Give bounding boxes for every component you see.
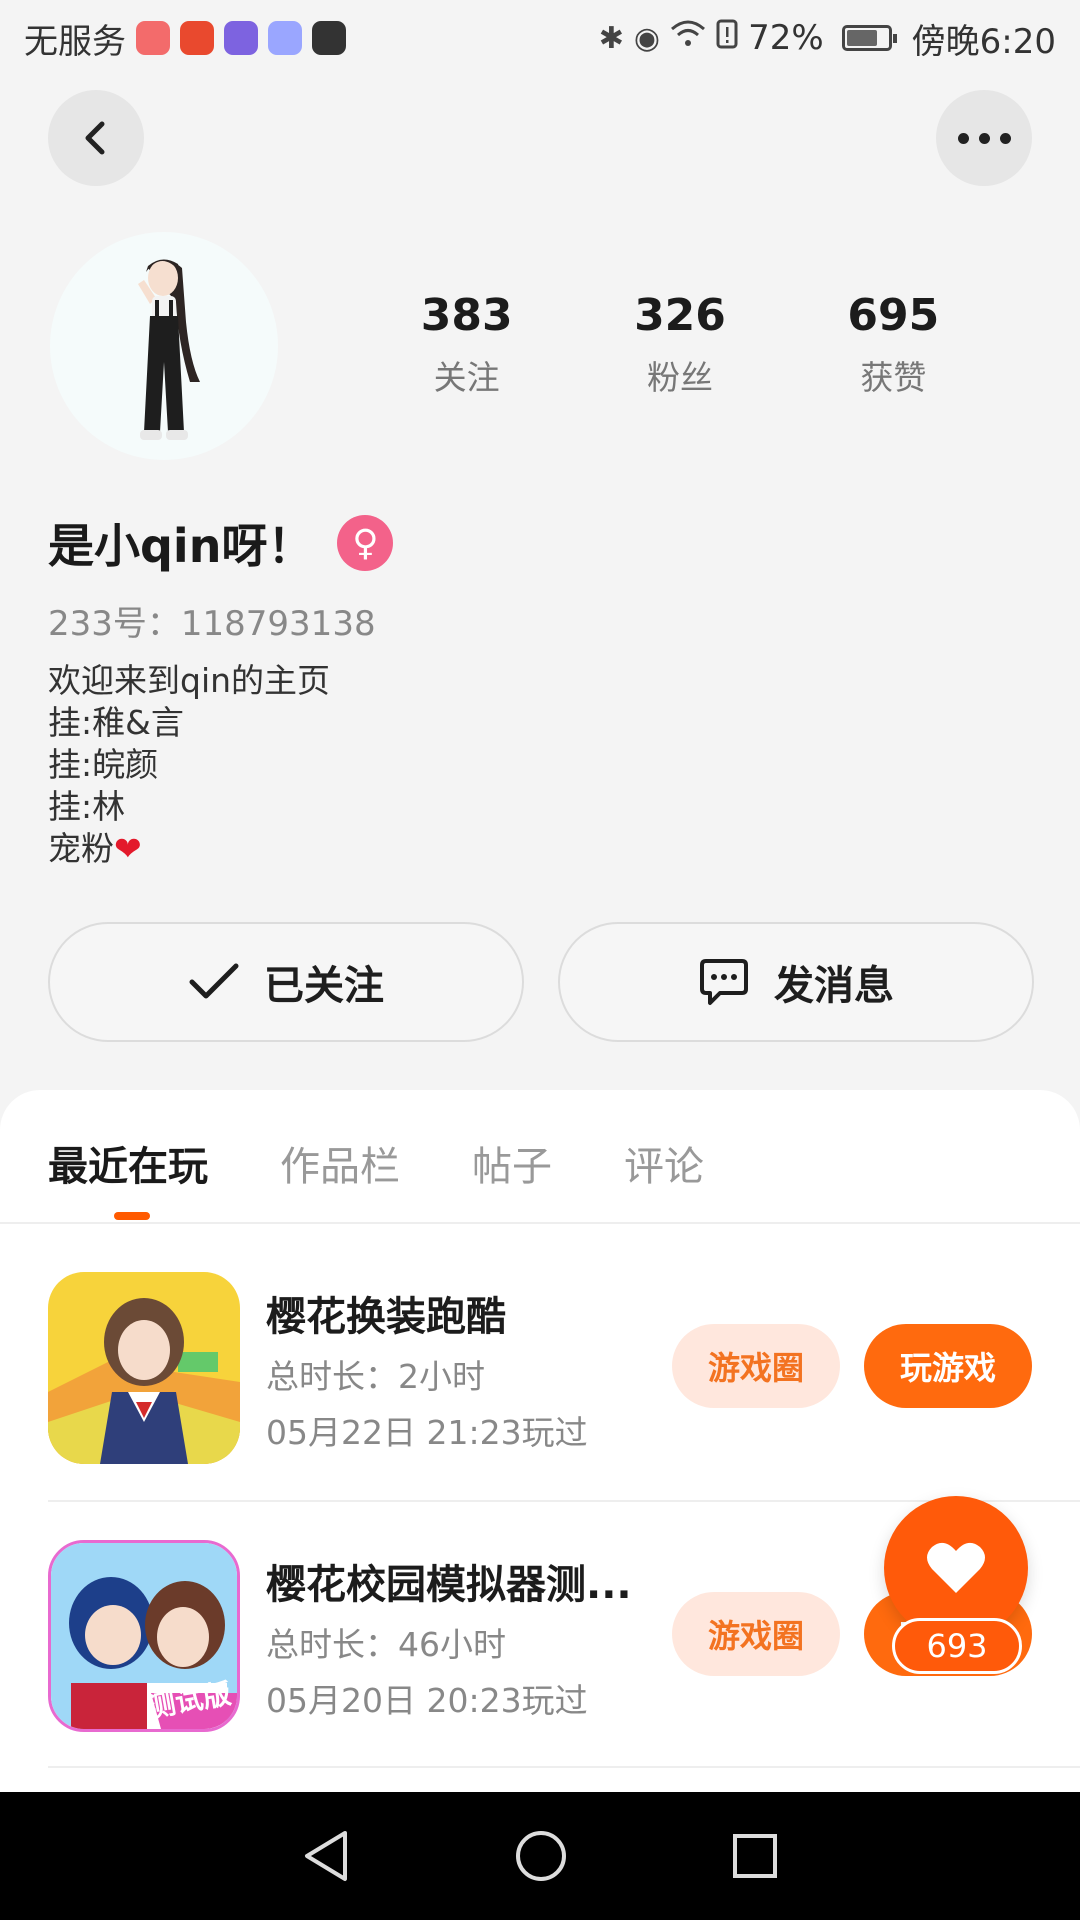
like-count: 693: [892, 1618, 1022, 1674]
divider: [48, 1766, 1080, 1768]
tab-posts[interactable]: 帖子: [472, 1134, 552, 1192]
game-circle-button[interactable]: 游戏圈: [672, 1592, 840, 1676]
app-notification-icon: [224, 21, 258, 55]
stat-value: 383: [420, 290, 513, 341]
profile-tabs: 最近在玩 作品栏 帖子 评论: [48, 1134, 704, 1192]
name-row: 是小qin呀！ ♀: [48, 510, 394, 576]
bio-line: 欢迎来到qin的主页: [48, 661, 331, 700]
chevron-left-icon: [85, 121, 105, 155]
more-options-button[interactable]: [936, 90, 1032, 186]
nav-recents-icon[interactable]: [731, 1832, 779, 1880]
bio-line: 挂:林: [48, 787, 126, 826]
stat-value: 695: [847, 290, 940, 341]
avatar-figure-icon: [138, 259, 200, 440]
avatar[interactable]: [50, 232, 278, 460]
bio-line: 挂:稚&言: [48, 703, 184, 742]
game-duration: 总时长：46小时: [266, 1625, 506, 1664]
app-notification-icon: [136, 21, 170, 55]
divider: [0, 1222, 1080, 1224]
game-last-played: 05月20日 20:23玩过: [266, 1681, 588, 1720]
profile-name: 是小qin呀！: [48, 519, 314, 573]
stat-label: 获赞: [860, 358, 927, 397]
user-id: 233号：118793138: [48, 604, 376, 644]
play-game-button[interactable]: 玩游戏: [864, 1324, 1032, 1408]
game-last-played: 05月22日 21:23玩过: [266, 1413, 588, 1452]
stat-label: 粉丝: [646, 358, 713, 397]
status-bar: 无服务 ✱ ◉ 72% 傍晚6:20: [0, 0, 1080, 76]
bio: 欢迎来到qin的主页 挂:稚&言 挂:皖颜 挂:林 宠粉❤: [48, 660, 330, 870]
game-title: 樱花校园模拟器测...: [266, 1562, 632, 1608]
stat-likes[interactable]: 695 获赞: [787, 290, 1000, 399]
send-message-button[interactable]: 发消息: [558, 922, 1034, 1042]
game-list-item[interactable]: 樱花换装跑酷 总时长：2小时 05月22日 21:23玩过 游戏圈 玩游戏: [48, 1268, 1032, 1468]
system-nav-bar: [0, 1792, 1080, 1920]
game-circle-button[interactable]: 游戏圈: [672, 1324, 840, 1408]
game-icon[interactable]: 测试版: [48, 1540, 240, 1732]
following-button[interactable]: 已关注: [48, 922, 524, 1042]
stat-label: 关注: [433, 358, 500, 397]
bio-line: 挂:皖颜: [48, 745, 159, 784]
game-title: 樱花换装跑酷: [266, 1294, 506, 1340]
tab-recently-played[interactable]: 最近在玩: [48, 1134, 208, 1192]
nav-home-icon[interactable]: [514, 1829, 568, 1883]
chat-bubble-icon: [700, 959, 748, 1005]
heart-emoji-icon: ❤: [114, 829, 142, 868]
heart-icon: [927, 1542, 985, 1593]
app-notification-icon: [180, 21, 214, 55]
bluetooth-icon: ✱: [598, 20, 624, 56]
eye-icon: ◉: [633, 20, 661, 56]
female-icon: ♀: [337, 515, 394, 571]
wifi-icon: [670, 19, 706, 57]
carrier-text: 无服务: [24, 21, 126, 62]
battery-percent: 72%: [748, 18, 824, 58]
game-icon[interactable]: [48, 1272, 240, 1464]
more-icon: [957, 132, 1011, 144]
stat-following[interactable]: 383 关注: [360, 290, 573, 399]
nav-back-icon[interactable]: [301, 1829, 351, 1883]
clock: 傍晚6:20: [911, 21, 1056, 62]
profile-stats: 383 关注 326 粉丝 695 获赞: [360, 290, 1000, 399]
tab-works[interactable]: 作品栏: [280, 1134, 400, 1192]
game-art-icon: [48, 1272, 240, 1464]
sim-alert-icon: [716, 19, 738, 57]
following-label: 已关注: [264, 963, 384, 1009]
content-card: 最近在玩 作品栏 帖子 评论 樱花换装跑酷 总时长：2小时 05月22日 21:…: [0, 1090, 1080, 1792]
battery-icon: [841, 25, 897, 51]
app-notification-icon: [312, 21, 346, 55]
send-message-label: 发消息: [774, 963, 894, 1009]
active-tab-indicator: [114, 1212, 150, 1220]
stat-value: 326: [634, 290, 726, 341]
app-notification-icon: [268, 21, 302, 55]
stat-followers[interactable]: 326 粉丝: [573, 290, 786, 399]
tab-comments[interactable]: 评论: [624, 1134, 704, 1192]
back-button[interactable]: [48, 90, 144, 186]
game-duration: 总时长：2小时: [266, 1357, 485, 1396]
check-icon: [189, 963, 239, 999]
bio-line: 宠粉: [48, 829, 114, 868]
